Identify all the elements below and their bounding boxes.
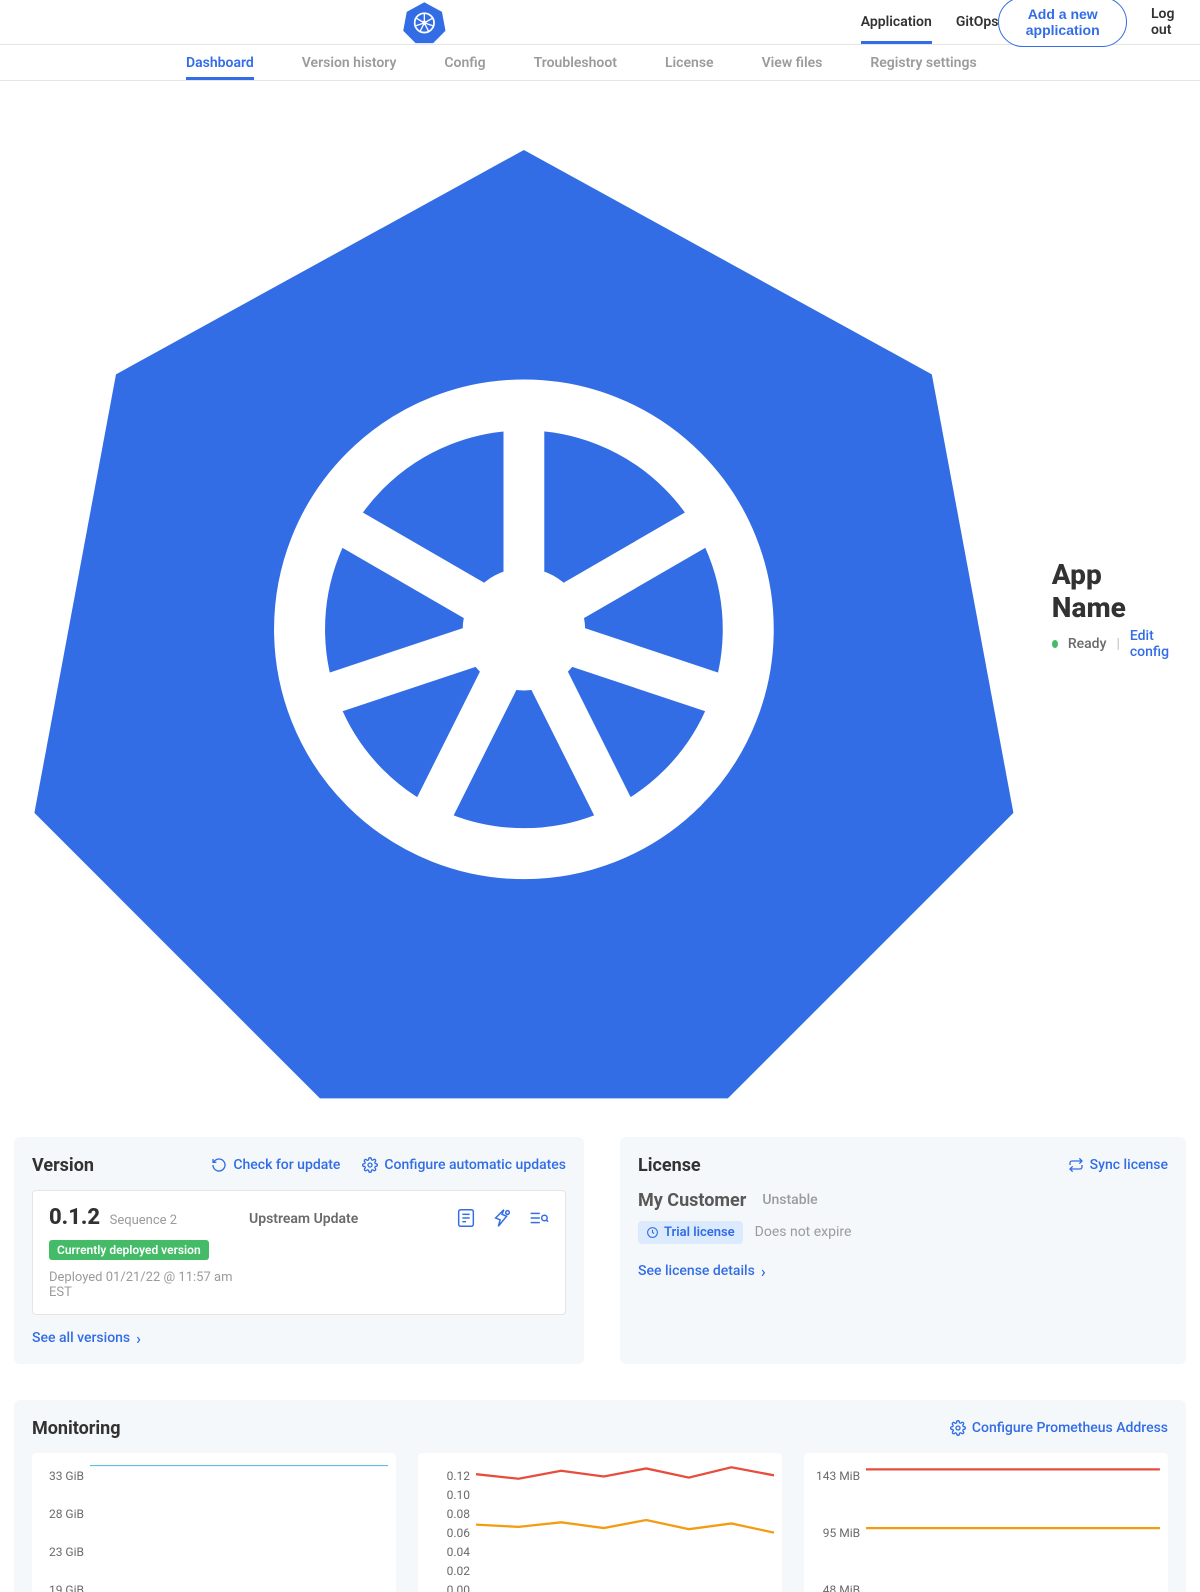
gear-icon	[950, 1420, 966, 1436]
deployed-timestamp: Deployed 01/21/22 @ 11:57 am EST	[49, 1270, 249, 1300]
y-tick: 0.06	[447, 1526, 470, 1540]
configure-updates-label: Configure automatic updates	[384, 1157, 566, 1173]
topbar: Application GitOps Add a new application…	[0, 0, 1200, 45]
status-text: Ready	[1068, 636, 1107, 652]
y-tick: 0.00	[447, 1583, 470, 1592]
see-license-details-link[interactable]: See license details	[638, 1262, 766, 1281]
y-tick: 48 MiB	[823, 1583, 860, 1592]
configure-prometheus-link[interactable]: Configure Prometheus Address	[950, 1420, 1168, 1436]
clock-icon	[646, 1226, 659, 1239]
edit-config-link[interactable]: Edit config	[1130, 628, 1180, 660]
customer-name: My Customer	[638, 1190, 746, 1211]
chart-disk-usage: 33 GiB28 GiB23 GiB19 GiB12:4612:5012:531…	[32, 1453, 396, 1592]
tab-gitops[interactable]: GitOps	[956, 0, 999, 44]
logout-link[interactable]: Log out	[1151, 6, 1180, 38]
y-tick: 0.08	[447, 1507, 470, 1521]
version-box: 0.1.2 Sequence 2 Currently deployed vers…	[32, 1190, 566, 1315]
y-tick: 23 GiB	[49, 1545, 84, 1559]
subnav-item-dashboard[interactable]: Dashboard	[186, 45, 254, 80]
check-update-link[interactable]: Check for update	[211, 1157, 340, 1173]
monitoring-panel: Monitoring Configure Prometheus Address …	[14, 1400, 1186, 1592]
subnav-item-license[interactable]: License	[665, 45, 714, 80]
top-nav: Application GitOps	[861, 0, 999, 44]
see-all-versions-link[interactable]: See all versions	[32, 1329, 141, 1348]
upstream-update-label: Upstream Update	[249, 1205, 455, 1227]
chart-cpu-usage: 0.120.100.080.060.040.020.0012:4612:5012…	[418, 1453, 782, 1592]
app-title: App Name	[1052, 558, 1180, 624]
license-card: License Sync license My Customer Unstabl…	[620, 1137, 1186, 1364]
tab-application[interactable]: Application	[861, 0, 932, 44]
license-card-title: License	[638, 1155, 701, 1176]
trial-badge-label: Trial license	[664, 1225, 735, 1240]
configure-updates-link[interactable]: Configure automatic updates	[362, 1157, 566, 1173]
subnav-item-view-files[interactable]: View files	[762, 45, 823, 80]
version-card: Version Check for update Configure autom…	[14, 1137, 584, 1364]
expiry-label: Does not expire	[755, 1224, 852, 1240]
y-tick: 143 MiB	[816, 1469, 860, 1483]
check-update-label: Check for update	[233, 1157, 340, 1173]
channel-label: Unstable	[762, 1192, 817, 1208]
configure-prometheus-label: Configure Prometheus Address	[972, 1420, 1168, 1436]
monitoring-title: Monitoring	[32, 1418, 121, 1439]
y-tick: 28 GiB	[49, 1507, 84, 1521]
version-number: 0.1.2	[49, 1205, 100, 1230]
y-tick: 0.04	[447, 1545, 470, 1559]
y-tick: 95 MiB	[823, 1526, 860, 1540]
sync-license-label: Sync license	[1090, 1157, 1168, 1173]
divider: |	[1116, 636, 1119, 652]
gear-icon	[362, 1157, 378, 1173]
deployed-badge: Currently deployed version	[49, 1240, 209, 1260]
sync-license-link[interactable]: Sync license	[1068, 1157, 1168, 1173]
preflight-icon[interactable]	[491, 1207, 513, 1229]
sync-icon	[1068, 1157, 1084, 1173]
kubernetes-logo-icon	[12, 0, 837, 44]
status-dot-icon	[1052, 640, 1058, 648]
subnav-item-registry-settings[interactable]: Registry settings	[870, 45, 976, 80]
chart-memory-usage: 143 MiB95 MiB48 MiB12:4612:5012:5312:56e…	[804, 1453, 1168, 1592]
y-tick: 33 GiB	[49, 1469, 84, 1483]
sub-nav: Dashboard Version history Config Troublesho…	[0, 45, 1200, 81]
y-tick: 0.02	[447, 1564, 470, 1578]
subnav-item-troubleshoot[interactable]: Troubleshoot	[534, 45, 617, 80]
trial-badge: Trial license	[638, 1221, 743, 1244]
deploy-logs-icon[interactable]	[527, 1207, 549, 1229]
y-tick: 0.10	[447, 1488, 470, 1502]
y-tick: 0.12	[447, 1469, 470, 1483]
version-card-title: Version	[32, 1155, 94, 1176]
app-icon	[14, 99, 1034, 1119]
subnav-item-config[interactable]: Config	[444, 45, 485, 80]
subnav-item-version-history[interactable]: Version history	[302, 45, 397, 80]
add-application-button[interactable]: Add a new application	[998, 0, 1127, 47]
app-header: App Name Ready | Edit config	[0, 81, 1200, 1137]
refresh-icon	[211, 1157, 227, 1173]
release-notes-icon[interactable]	[455, 1207, 477, 1229]
y-tick: 19 GiB	[49, 1583, 84, 1592]
sequence-label: Sequence 2	[110, 1213, 177, 1228]
